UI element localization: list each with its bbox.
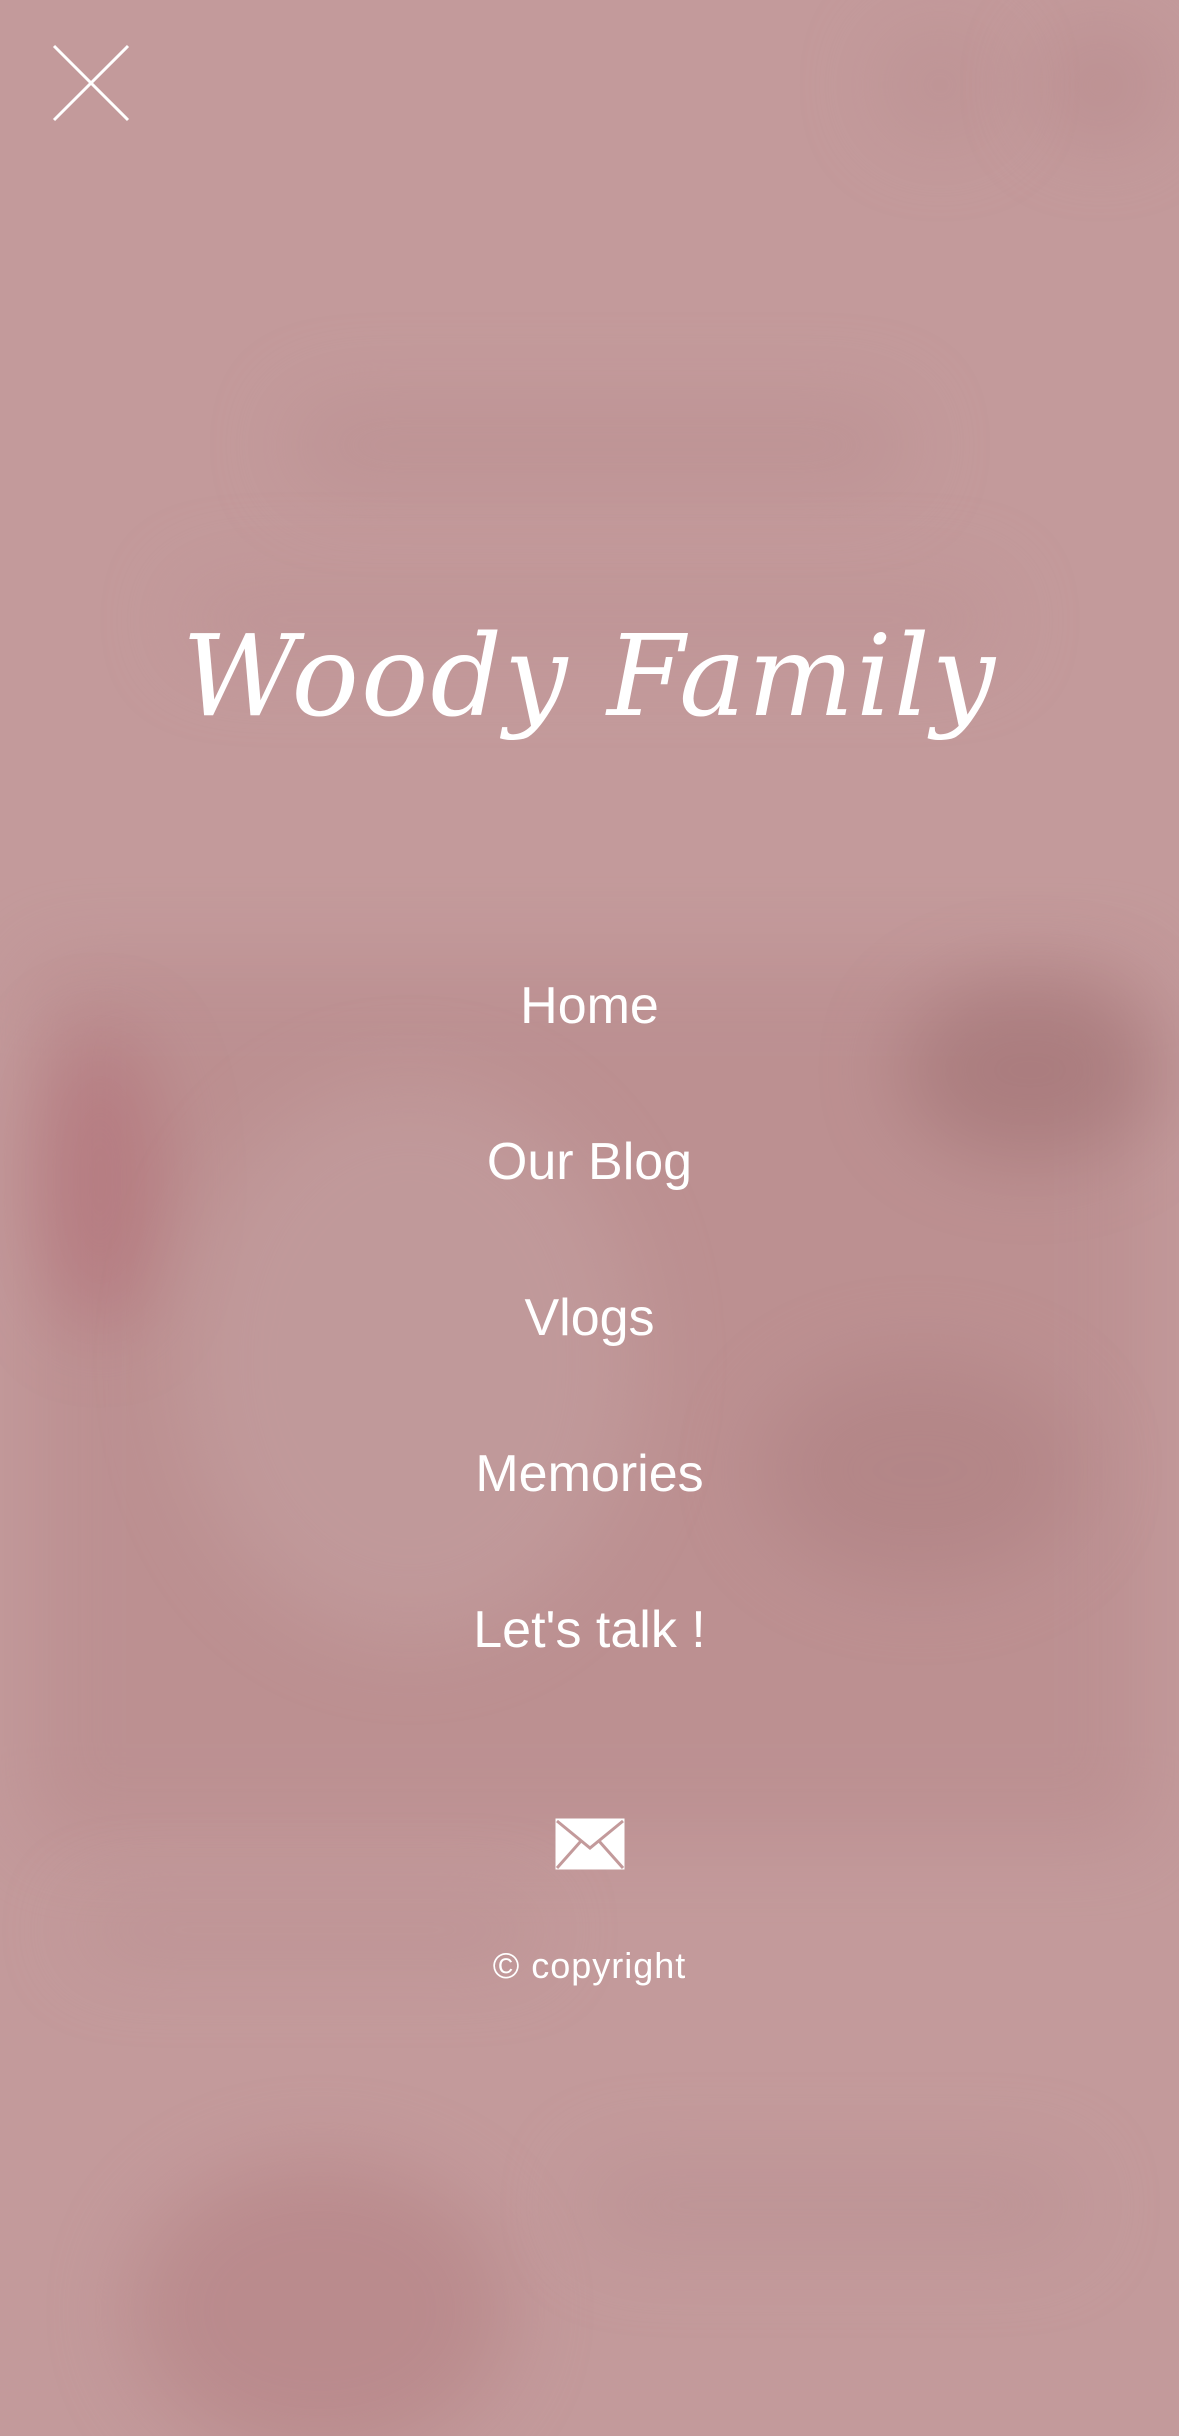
copyright-text: © copyright — [492, 1945, 687, 1986]
close-menu-button[interactable] — [48, 40, 134, 126]
nav-item-vlogs[interactable]: Vlogs — [0, 1272, 1179, 1428]
email-link[interactable] — [555, 1818, 625, 1870]
brand-logo-text[interactable]: Woody Family — [0, 610, 1179, 744]
main-navigation: Home Our Blog Vlogs Memories Let's talk … — [0, 960, 1179, 1740]
nav-item-memories[interactable]: Memories — [0, 1428, 1179, 1584]
close-icon — [52, 44, 130, 122]
nav-item-our-blog[interactable]: Our Blog — [0, 1116, 1179, 1272]
nav-item-home[interactable]: Home — [0, 960, 1179, 1116]
nav-item-lets-talk[interactable]: Let's talk ! — [0, 1584, 1179, 1740]
envelope-icon — [555, 1818, 625, 1870]
